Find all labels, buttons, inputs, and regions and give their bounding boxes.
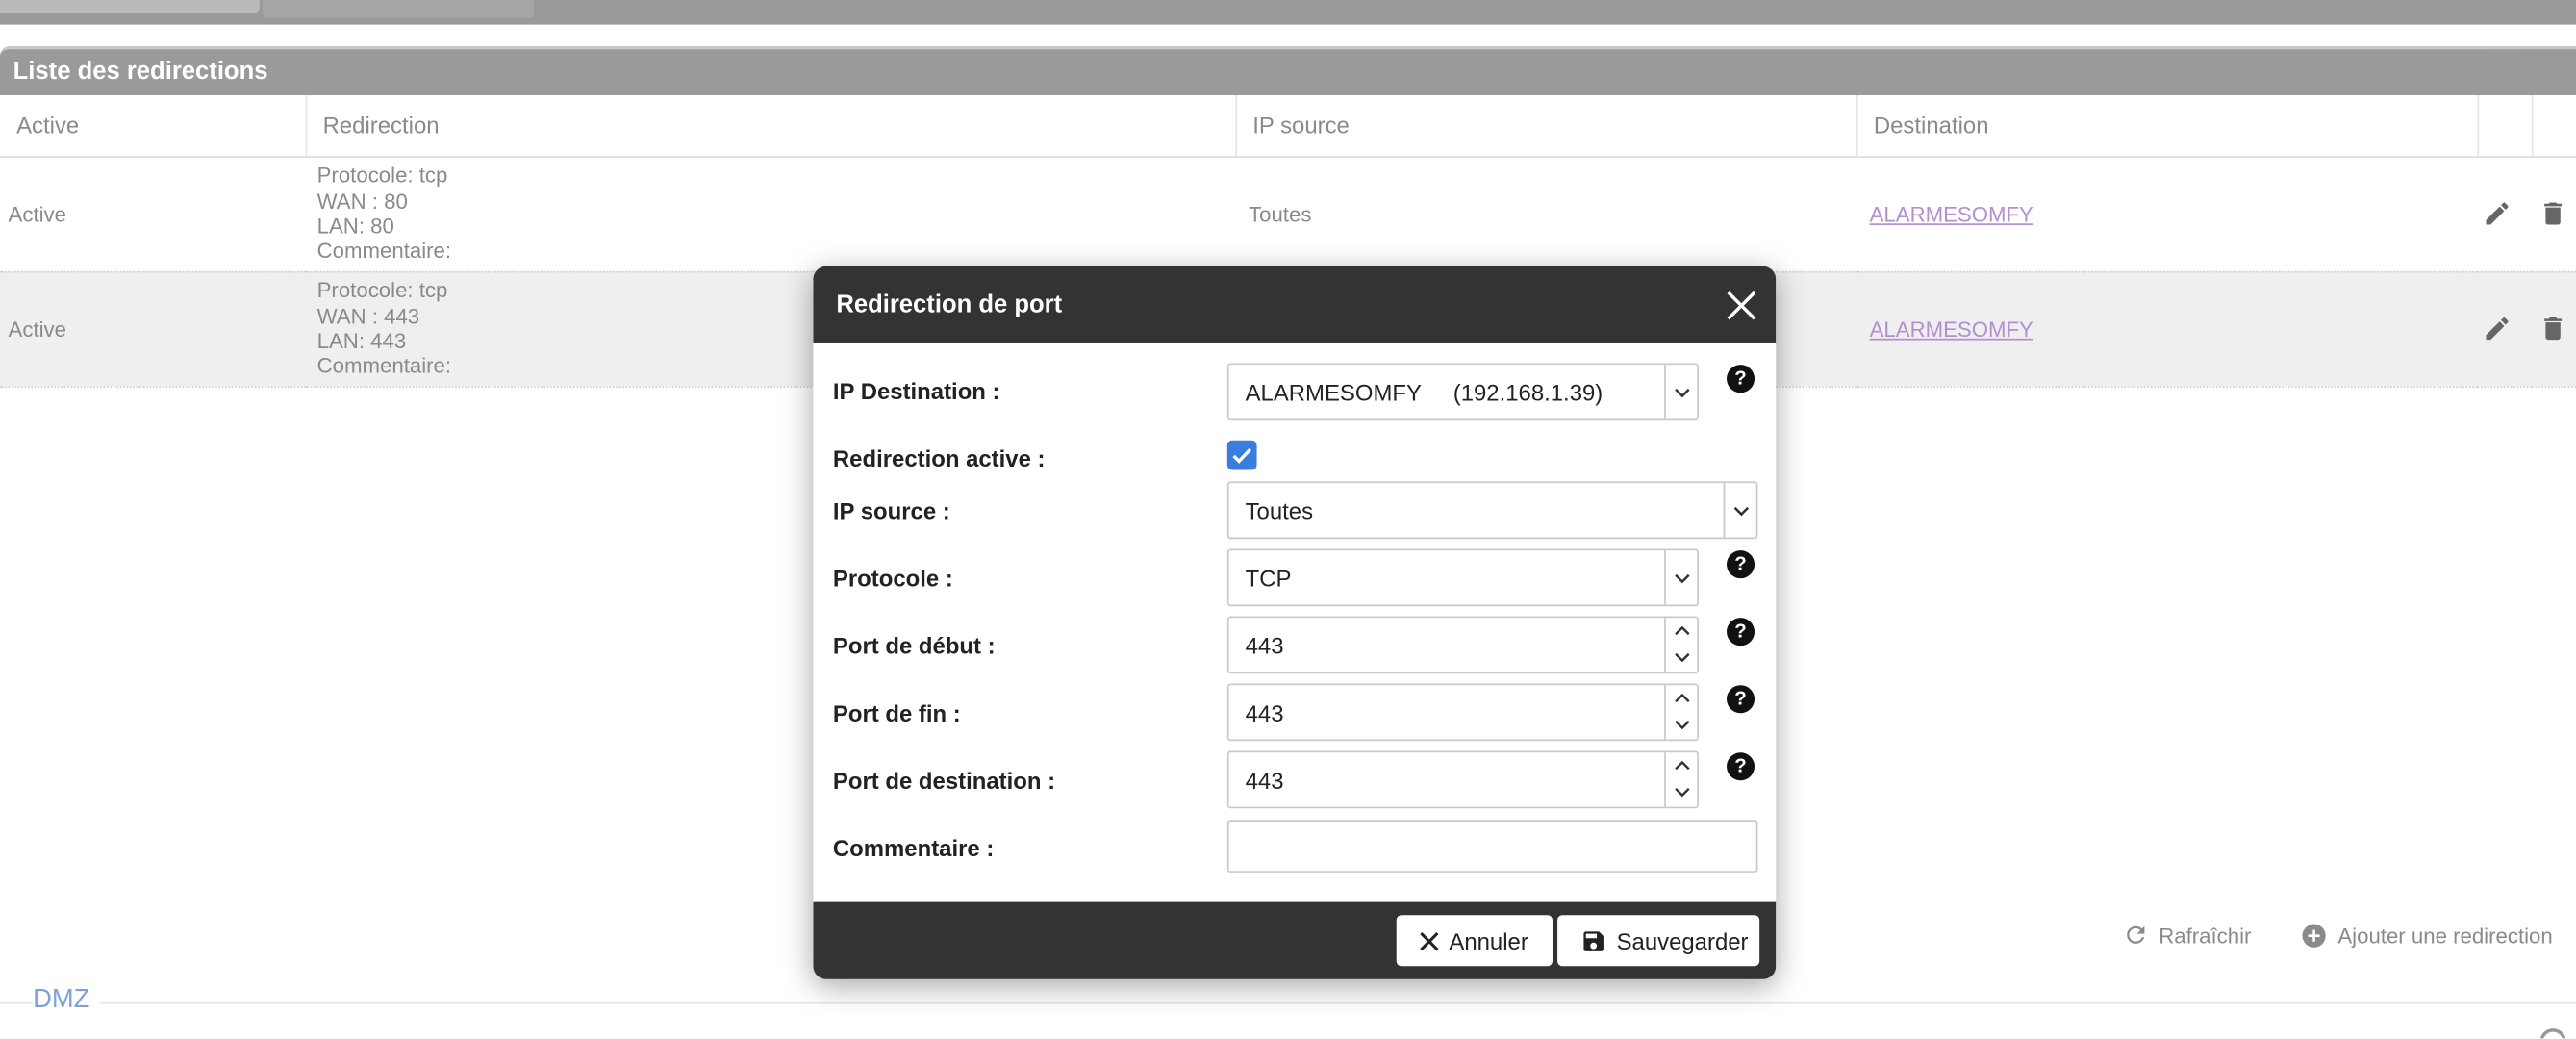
plus-circle-icon <box>2302 924 2326 948</box>
spinner-icon <box>1675 625 1690 663</box>
port-fin-spinner[interactable] <box>1664 685 1697 740</box>
add-redirection-button[interactable]: Ajouter une redirection <box>2300 922 2553 950</box>
chevron-down-icon <box>1675 388 1690 398</box>
label-redirection-active: Redirection active : <box>832 444 1046 472</box>
table-header-row: Active Redirection IP source Destination <box>0 95 2576 158</box>
label-protocole: Protocole : <box>832 565 953 592</box>
cell-destination: ALARMESOMFY <box>1856 156 2478 272</box>
ip-source-select[interactable]: Toutes <box>1226 481 1758 540</box>
redir-protocole: Protocole: tcp <box>316 163 448 189</box>
dmz-divider <box>0 1001 2576 1004</box>
cancel-button[interactable]: Annuler <box>1396 915 1553 967</box>
help-icon[interactable]: ? <box>1727 550 1755 579</box>
refresh-label: Rafraîchir <box>2159 922 2252 948</box>
col-header-destination[interactable]: Destination <box>1856 95 2479 158</box>
label-ip-destination: IP Destination : <box>832 377 1000 405</box>
redir-wan: WAN : 80 <box>316 188 408 214</box>
dropdown-toggle[interactable] <box>1664 550 1697 605</box>
label-port-debut: Port de début : <box>832 632 996 659</box>
destination-link[interactable]: ALARMESOMFY <box>1870 317 2033 342</box>
port-debut-value: 443 <box>1245 632 1284 659</box>
pencil-icon[interactable] <box>2483 314 2513 343</box>
cell-ip-source: Toutes <box>1235 156 1856 272</box>
top-tab[interactable] <box>0 0 260 13</box>
port-debut-spinner[interactable] <box>1664 618 1697 672</box>
col-header-delete <box>2531 95 2576 158</box>
spinner-icon <box>1675 693 1690 730</box>
close-icon[interactable] <box>1725 290 1757 322</box>
label-port-destination: Port de destination : <box>832 767 1056 794</box>
page: Liste des redirections Active Redirectio… <box>0 0 2576 1039</box>
help-icon[interactable]: ? <box>1727 365 1755 393</box>
chevron-down-icon <box>1733 506 1750 517</box>
cell-active: Active <box>0 270 306 388</box>
spinner-icon <box>1675 760 1690 798</box>
protocole-value: TCP <box>1245 565 1292 592</box>
trash-icon[interactable] <box>2538 314 2568 343</box>
add-redirection-label: Ajouter une redirection <box>2337 923 2553 949</box>
corner-help-icon[interactable] <box>2539 1028 2566 1039</box>
top-bar <box>0 0 2576 25</box>
dropdown-toggle[interactable] <box>1723 483 1756 538</box>
port-destination-spinner[interactable] <box>1664 752 1697 807</box>
cell-delete <box>2531 156 2576 272</box>
help-icon[interactable]: ? <box>1727 685 1755 714</box>
cell-delete <box>2531 270 2576 388</box>
cell-redirection: Protocole: tcp WAN : 80 LAN: 80 Commenta… <box>305 156 1236 272</box>
col-header-active[interactable]: Active <box>0 95 307 158</box>
port-redirect-dialog: Redirection de port IP Destination : ALA… <box>813 266 1777 979</box>
dmz-section-title[interactable]: DMZ <box>33 985 100 1016</box>
pencil-icon[interactable] <box>2483 199 2513 229</box>
ip-destination-select[interactable]: ALARMESOMFY (192.168.1.39) <box>1226 363 1699 421</box>
destination-link[interactable]: ALARMESOMFY <box>1870 201 2033 226</box>
cell-edit <box>2477 156 2532 272</box>
ip-source-value: Toutes <box>1245 497 1314 524</box>
cell-active: Active <box>0 156 306 272</box>
dialog-title: Redirection de port <box>836 291 1063 319</box>
label-commentaire: Commentaire : <box>832 834 995 861</box>
cell-edit <box>2477 270 2532 388</box>
table-row[interactable]: Active Protocole: tcp WAN : 80 LAN: 80 C… <box>0 156 2576 272</box>
save-label: Sauvegarder <box>1616 927 1749 954</box>
refresh-icon <box>2127 925 2145 944</box>
col-header-redirection[interactable]: Redirection <box>305 95 1237 158</box>
protocole-select[interactable]: TCP <box>1226 548 1699 607</box>
commentaire-input[interactable] <box>1226 820 1758 873</box>
port-destination-value: 443 <box>1245 767 1284 794</box>
port-fin-input[interactable]: 443 <box>1226 683 1699 742</box>
col-header-edit <box>2477 95 2533 158</box>
dropdown-toggle[interactable] <box>1664 365 1697 419</box>
panel-header: Liste des redirections <box>0 45 2576 96</box>
ip-destination-value: ALARMESOMFY (192.168.1.39) <box>1245 379 1604 406</box>
top-tab-2[interactable] <box>263 0 535 18</box>
port-debut-input[interactable]: 443 <box>1226 616 1699 674</box>
label-port-fin: Port de fin : <box>832 699 961 726</box>
save-button[interactable]: Sauvegarder <box>1557 915 1760 967</box>
save-icon <box>1583 930 1604 951</box>
redir-commentaire: Commentaire: <box>316 239 452 264</box>
close-icon <box>1420 931 1439 950</box>
cancel-label: Annuler <box>1449 927 1528 954</box>
redirection-active-checkbox[interactable] <box>1226 440 1257 470</box>
col-header-ip-source[interactable]: IP source <box>1235 95 1857 158</box>
help-icon[interactable]: ? <box>1727 618 1755 646</box>
label-ip-source: IP source : <box>832 497 950 524</box>
port-destination-input[interactable]: 443 <box>1226 750 1699 809</box>
chevron-down-icon <box>1675 573 1690 584</box>
trash-icon[interactable] <box>2538 199 2568 229</box>
cell-destination: ALARMESOMFY <box>1856 270 2478 388</box>
check-icon <box>1232 447 1251 464</box>
panel-title: Liste des redirections <box>13 57 268 86</box>
port-fin-value: 443 <box>1245 699 1284 726</box>
refresh-button[interactable]: Rafraîchir <box>2123 922 2252 948</box>
help-icon[interactable]: ? <box>1727 752 1755 781</box>
dialog-header: Redirection de port <box>813 266 1777 343</box>
redir-lan: LAN: 80 <box>316 214 394 239</box>
